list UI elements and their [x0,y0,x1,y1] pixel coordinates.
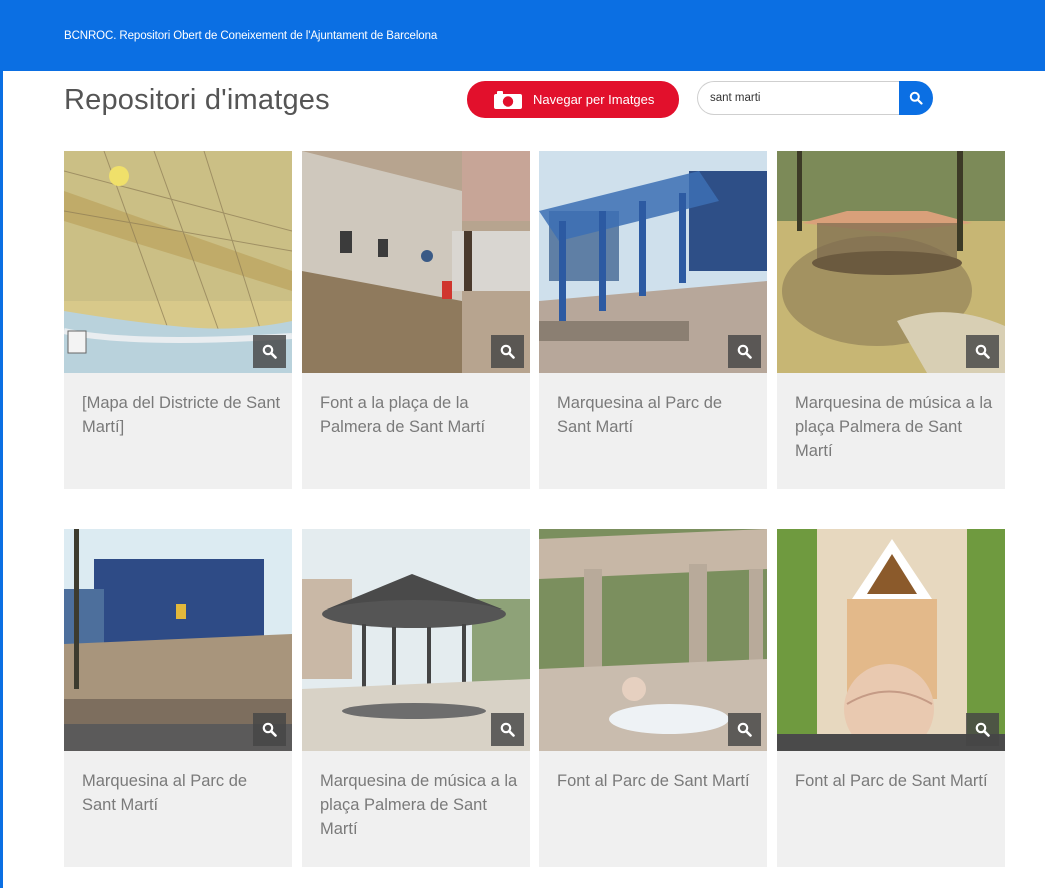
result-card[interactable]: Marquesina al Parc de Sant Martí [539,151,767,489]
magnifier-icon [737,344,752,359]
search-input[interactable] [697,81,907,115]
search-box [697,81,933,115]
magnifier-icon [500,344,515,359]
camera-icon [493,90,523,110]
result-card[interactable]: Marquesina de música a la plaça Palmera … [302,529,530,867]
result-title[interactable]: [Mapa del Districte de Sant Martí] [82,391,282,439]
result-card[interactable]: [Mapa del Districte de Sant Martí] [64,151,292,489]
result-card[interactable]: Font al Parc de Sant Martí [777,529,1005,867]
result-card[interactable]: Font a la plaça de la Palmera de Sant Ma… [302,151,530,489]
search-button[interactable] [899,81,933,115]
zoom-button[interactable] [728,335,761,368]
zoom-button[interactable] [966,713,999,746]
result-title[interactable]: Marquesina de música a la plaça Palmera … [795,391,995,463]
zoom-button[interactable] [966,335,999,368]
magnifier-icon [975,344,990,359]
zoom-button[interactable] [728,713,761,746]
result-title[interactable]: Font al Parc de Sant Martí [795,769,995,793]
result-card[interactable]: Font al Parc de Sant Martí [539,529,767,867]
result-card[interactable]: Marquesina de música a la plaça Palmera … [777,151,1005,489]
page-frame-edge [0,0,3,888]
result-card[interactable]: Marquesina al Parc de Sant Martí [64,529,292,867]
magnifier-icon [500,722,515,737]
page-title: Repositori d'imatges [64,84,330,116]
zoom-button[interactable] [491,335,524,368]
result-title[interactable]: Marquesina de música a la plaça Palmera … [320,769,520,841]
magnifier-icon [262,722,277,737]
zoom-button[interactable] [253,713,286,746]
search-icon [909,91,923,105]
browse-images-label: Navegar per Imatges [533,92,655,107]
site-name-link[interactable]: BCNROC. Repositori Obert de Coneixement … [64,30,437,42]
result-title[interactable]: Marquesina al Parc de Sant Martí [557,391,757,439]
top-header-bar: BCNROC. Repositori Obert de Coneixement … [0,0,1045,71]
result-title[interactable]: Font a la plaça de la Palmera de Sant Ma… [320,391,520,439]
magnifier-icon [975,722,990,737]
zoom-button[interactable] [491,713,524,746]
result-title[interactable]: Font al Parc de Sant Martí [557,769,757,793]
magnifier-icon [262,344,277,359]
result-title[interactable]: Marquesina al Parc de Sant Martí [82,769,282,817]
browse-images-button[interactable]: Navegar per Imatges [467,81,679,118]
magnifier-icon [737,722,752,737]
zoom-button[interactable] [253,335,286,368]
